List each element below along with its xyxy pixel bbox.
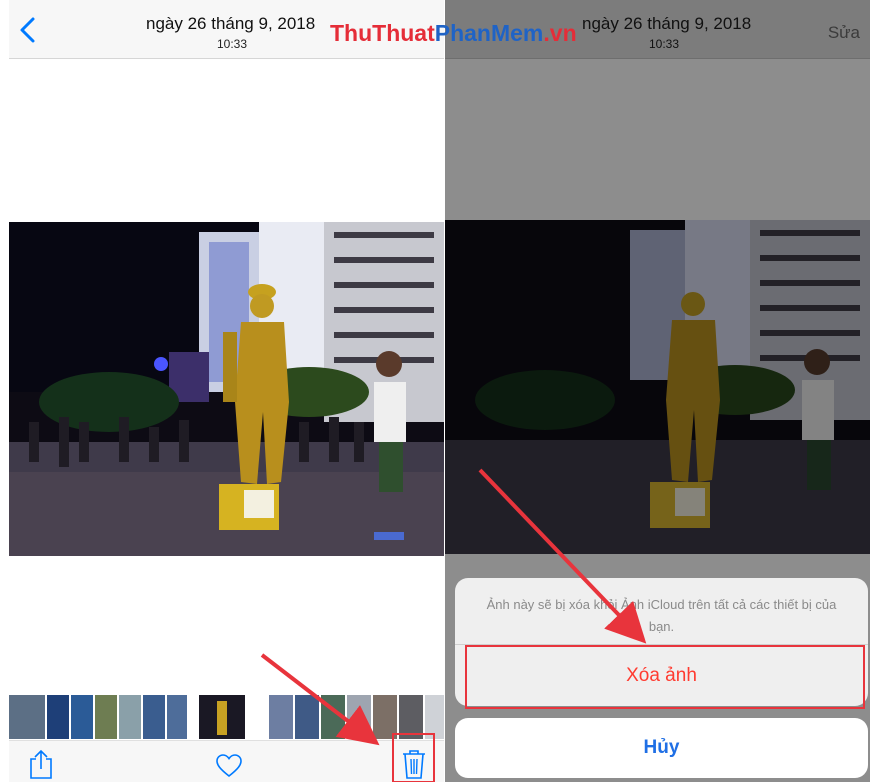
- photo-time: 10:33: [217, 37, 248, 51]
- thumbnail[interactable]: [119, 695, 141, 739]
- thumbnail-filmstrip[interactable]: [9, 693, 444, 741]
- thumbnail[interactable]: [9, 695, 45, 739]
- watermark-part1: ThuThuat: [330, 20, 435, 46]
- delete-confirmation-screen: ngày 26 tháng 9, 2018 10:33 Sửa Ảnh này …: [445, 0, 870, 782]
- thumbnail[interactable]: [71, 695, 93, 739]
- back-chevron-icon[interactable]: [17, 16, 41, 44]
- thumbnail-current[interactable]: [199, 695, 245, 739]
- cancel-button[interactable]: Hủy: [455, 718, 868, 778]
- photo-image: [9, 222, 444, 556]
- watermark-logo: ThuThuatPhanMem.vn: [330, 20, 577, 47]
- thumbnail[interactable]: [143, 695, 165, 739]
- watermark-part2: PhanMem: [434, 20, 544, 46]
- thumbnail[interactable]: [167, 695, 187, 739]
- thumbnail[interactable]: [347, 695, 371, 739]
- thumbnail[interactable]: [295, 695, 319, 739]
- action-sheet-message: Ảnh này sẽ bị xóa khỏi Ảnh iCloud trên t…: [486, 597, 837, 634]
- thumbnail[interactable]: [321, 695, 345, 739]
- thumbnail[interactable]: [47, 695, 69, 739]
- photo-image-dimmed: [445, 220, 870, 554]
- edit-button[interactable]: Sửa: [828, 23, 860, 43]
- photo-date-title: ngày 26 tháng 9, 2018: [146, 14, 316, 33]
- bottom-toolbar: [9, 740, 444, 782]
- delete-highlight-box: [465, 645, 865, 709]
- photo-viewer-screen: ngày 26 tháng 9, 2018 10:33: [9, 0, 444, 782]
- trash-highlight-box: [392, 733, 435, 782]
- cancel-sheet: Hủy: [455, 718, 868, 778]
- photo-time: 10:33: [649, 37, 680, 51]
- photo-date-title: ngày 26 tháng 9, 2018: [582, 14, 752, 33]
- watermark-part3: .vn: [543, 20, 577, 46]
- heart-icon[interactable]: [216, 754, 242, 778]
- thumbnail[interactable]: [95, 695, 117, 739]
- share-icon[interactable]: [29, 749, 53, 779]
- thumbnail[interactable]: [269, 695, 293, 739]
